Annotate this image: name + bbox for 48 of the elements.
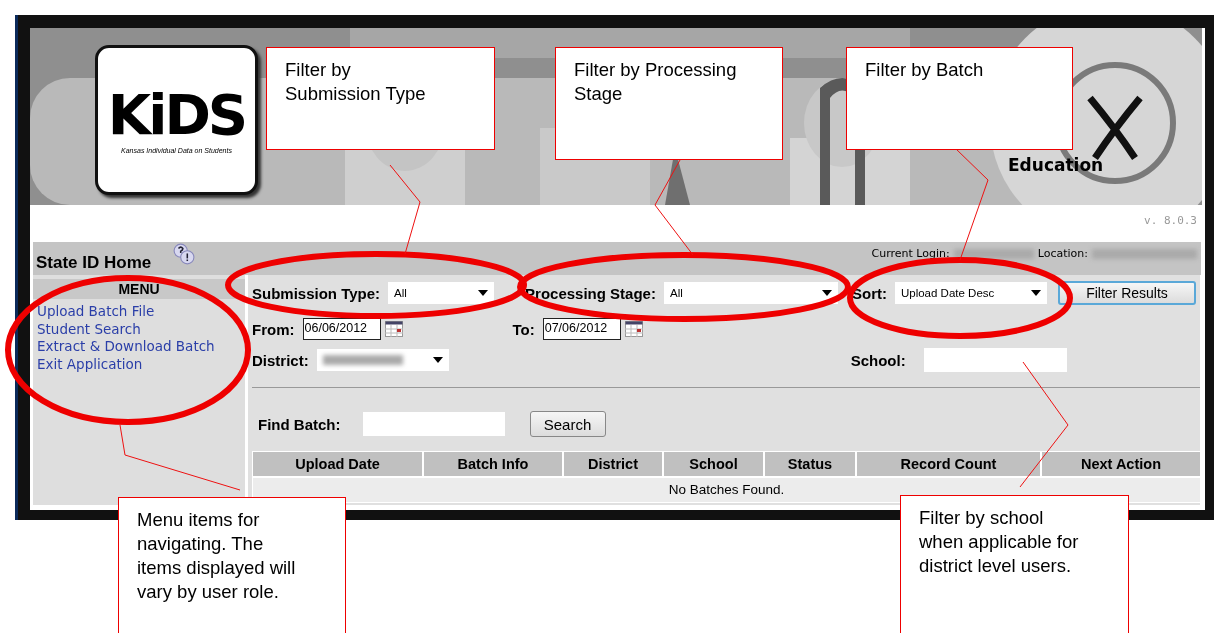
caret-icon	[432, 357, 443, 363]
field-label: Submission Type:	[252, 284, 381, 302]
caret-icon	[1030, 290, 1041, 296]
select-field[interactable]: All	[663, 282, 838, 304]
version-label: v. 8.0.3	[1144, 213, 1197, 227]
column-header: Status	[764, 451, 856, 477]
location-label: Location:	[1037, 247, 1088, 260]
field-label: To:	[512, 320, 535, 338]
calendar-icon[interactable]	[624, 321, 643, 337]
field-label: From:	[252, 320, 295, 338]
column-header: School	[663, 451, 764, 477]
page-title: State ID Home	[36, 253, 152, 273]
column-header: Next Action	[1041, 451, 1201, 477]
menu-link[interactable]: Student Search	[33, 320, 245, 338]
select-field[interactable]: All	[388, 282, 495, 304]
filter-results-button[interactable]: Filter Results	[1057, 281, 1196, 305]
field-label: Sort:	[851, 284, 887, 302]
help-icon[interactable]	[173, 242, 196, 265]
callout-text: Filter by school when applicable for district level users.	[919, 506, 1080, 578]
column-header: Batch Info	[423, 451, 563, 477]
date-field[interactable]: 06/06/2012	[302, 318, 381, 340]
select-field[interactable]: Upload Date Desc	[894, 282, 1047, 304]
menu-link[interactable]: Exit Application	[33, 355, 245, 373]
callout-text: Filter by Batch	[865, 58, 985, 82]
menu-link[interactable]: Upload Batch File	[33, 303, 245, 321]
calendar-icon[interactable]	[384, 321, 403, 337]
empty-table-message: No Batches Found.	[252, 477, 1201, 503]
login-label: Current Login:	[871, 247, 950, 260]
select-field[interactable]	[316, 349, 449, 371]
column-header: District	[563, 451, 663, 477]
callout-text: Filter by Submission Type	[285, 58, 427, 106]
caret-icon	[821, 290, 832, 296]
column-header: Upload Date	[252, 451, 423, 477]
column-header: Record Count	[856, 451, 1041, 477]
date-field[interactable]: 07/06/2012	[542, 318, 621, 340]
menu-link[interactable]: Extract & Download Batch	[33, 338, 245, 356]
find-batch-field[interactable]	[362, 412, 505, 436]
agency-logo-text: Education	[1008, 155, 1104, 175]
field-label: Find Batch:	[258, 415, 341, 433]
caret-icon	[478, 290, 489, 296]
school-field[interactable]	[923, 348, 1067, 372]
callout-text: Filter by Processing Stage	[574, 58, 738, 106]
field-label: Processing Stage:	[525, 284, 656, 302]
callout-text: Menu items for navigating. The items displayed will vary by user role.	[137, 508, 297, 604]
search-button[interactable]: Search	[529, 411, 606, 437]
field-label: District:	[252, 351, 309, 369]
logo-title: KiDS	[107, 86, 246, 143]
field-label: School:	[850, 351, 906, 369]
